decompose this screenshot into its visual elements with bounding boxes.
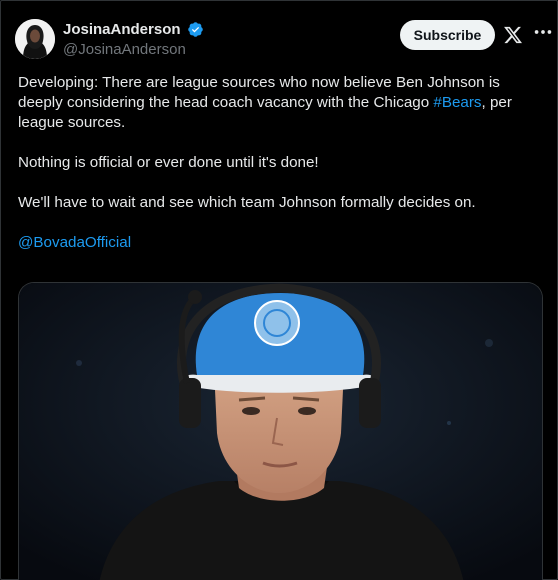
tweet-paragraph-1: Developing: There are league sources who…: [18, 73, 543, 133]
tweet-paragraph-3: We'll have to wait and see which team Jo…: [18, 194, 476, 211]
hashtag-link[interactable]: #Bears: [433, 94, 481, 111]
mention-link[interactable]: @BovadaOfficial: [18, 234, 131, 251]
tweet-paragraph-2: Nothing is official or ever done until i…: [18, 154, 319, 171]
author-names: JosinaAnderson @JosinaAnderson: [63, 21, 204, 58]
tweet-text: Developing: There are league sources who…: [18, 73, 543, 273]
verified-badge-icon: [188, 22, 203, 38]
author-display-name[interactable]: JosinaAnderson: [63, 21, 181, 38]
tweet-text-segment: Developing: There are league sources who…: [18, 74, 500, 111]
tweet-header: JosinaAnderson @JosinaAnderson Subscribe: [15, 15, 552, 63]
author-handle[interactable]: @JosinaAnderson: [63, 41, 204, 58]
tweet-card: JosinaAnderson @JosinaAnderson Subscribe…: [0, 0, 558, 580]
tweet-media-image[interactable]: [18, 282, 543, 580]
avatar[interactable]: [15, 19, 55, 59]
subscribe-button[interactable]: Subscribe: [400, 20, 495, 50]
x-logo-icon[interactable]: [503, 25, 523, 45]
more-options-icon[interactable]: [532, 21, 554, 43]
